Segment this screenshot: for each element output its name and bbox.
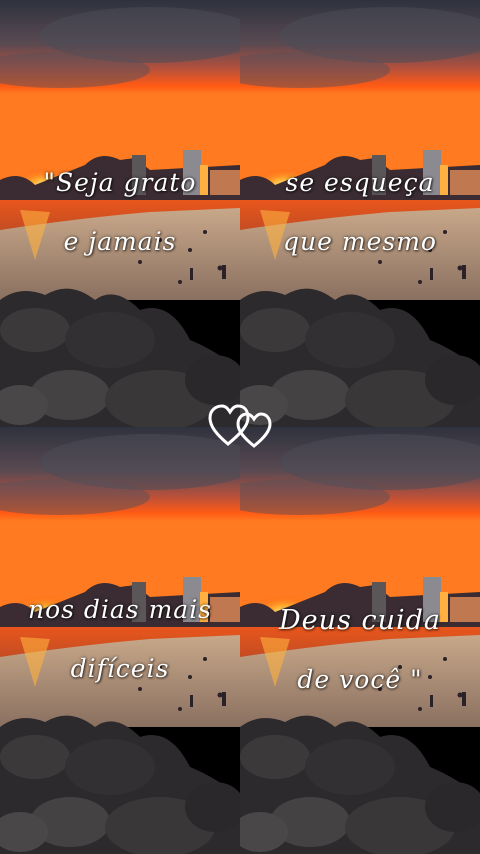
caption-line-2: e jamais [63, 227, 177, 256]
caption-line-1: nos dias mais [27, 595, 213, 624]
beach-sunset-image [240, 0, 480, 427]
panel-bottom-left: nos dias mais difíceis [0, 427, 240, 854]
caption-line-2: de você " [297, 665, 423, 694]
double-heart-outline-icon [208, 404, 272, 448]
panel-top-right: se esqueça que mesmo [240, 0, 480, 427]
panel-bottom-right: Deus cuida de você " [240, 427, 480, 854]
caption-line-2: difíceis [70, 654, 170, 683]
caption-line-1: "Seja grato [43, 168, 197, 197]
beach-sunset-image [0, 427, 240, 854]
beach-sunset-image [240, 427, 480, 854]
caption-line-2: que mesmo [283, 227, 437, 256]
caption-line-1: se esqueça [285, 168, 435, 197]
story-grid: "Seja grato e jamais se esqueça que mesm… [0, 0, 480, 854]
beach-sunset-image [0, 0, 240, 427]
panel-top-left: "Seja grato e jamais [0, 0, 240, 427]
caption-line-1: Deus cuida [279, 605, 441, 636]
